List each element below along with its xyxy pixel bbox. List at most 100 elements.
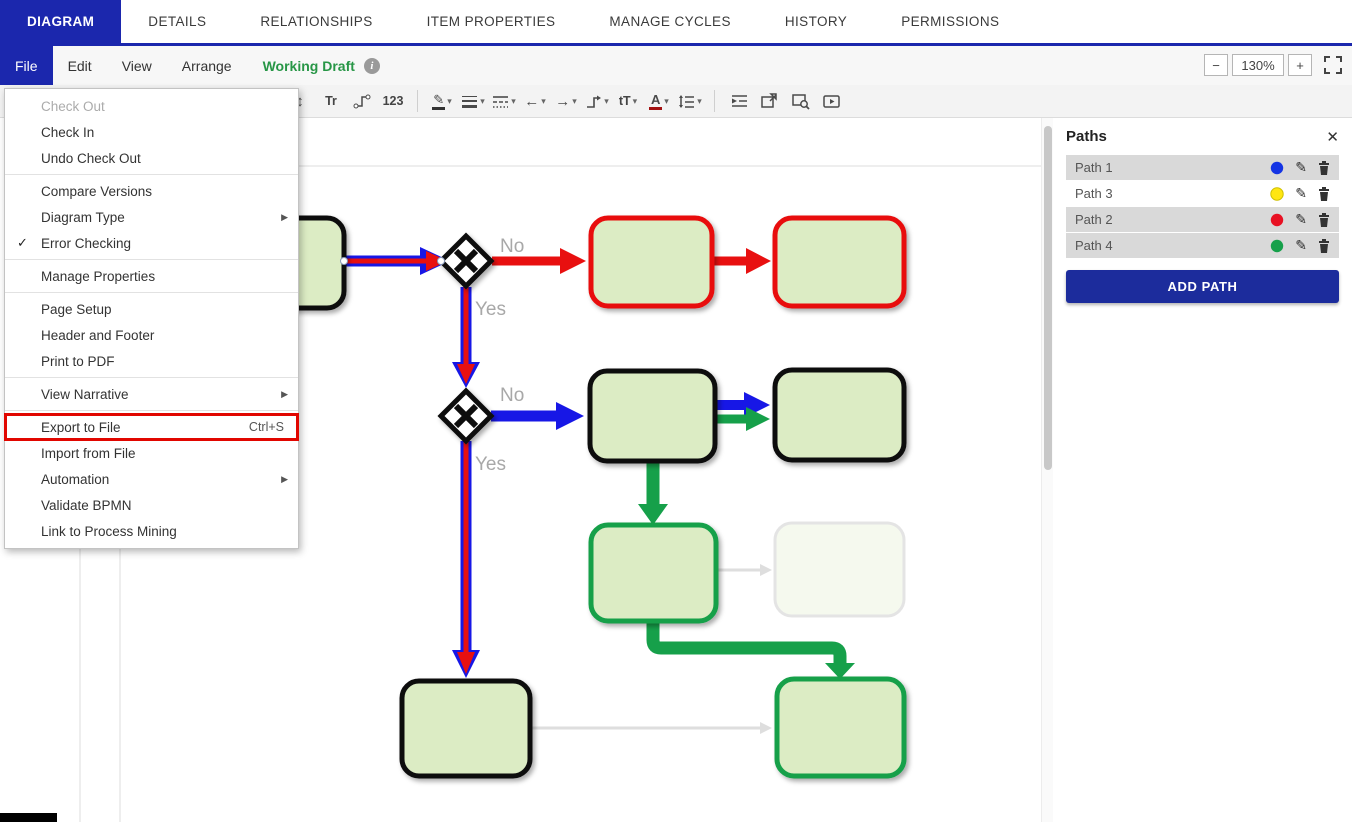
edit-path-icon[interactable]: ✎ bbox=[1295, 237, 1307, 254]
node-c[interactable] bbox=[775, 218, 904, 306]
arrow-node-b-to-node-c-red[interactable] bbox=[714, 248, 771, 274]
stroke-color-icon[interactable]: ✎ ▾ bbox=[430, 88, 454, 114]
gateway-1[interactable] bbox=[441, 236, 491, 286]
menu-item-link-to-process-mining[interactable]: Link to Process Mining bbox=[5, 518, 298, 544]
label-gateway2-no[interactable]: No bbox=[500, 385, 524, 406]
tab-details[interactable]: DETAILS bbox=[121, 0, 233, 43]
menu-item-page-setup[interactable]: Page Setup bbox=[5, 296, 298, 322]
menu-item-header-and-footer[interactable]: Header and Footer bbox=[5, 322, 298, 348]
arrow-end-style-icon[interactable]: →▾ bbox=[554, 88, 578, 114]
label-gateway1-no[interactable]: No bbox=[500, 236, 524, 257]
add-path-button[interactable]: ADD PATH bbox=[1066, 270, 1339, 303]
menu-file[interactable]: File bbox=[0, 46, 53, 85]
play-video-icon[interactable] bbox=[820, 88, 844, 114]
edit-path-icon[interactable]: ✎ bbox=[1295, 185, 1307, 202]
connector-icon[interactable] bbox=[350, 88, 374, 114]
line-spacing-icon[interactable]: ▾ bbox=[678, 88, 702, 114]
line-weight-icon[interactable]: ▾ bbox=[461, 88, 485, 114]
arrow-node-d-to-node-g-green[interactable] bbox=[638, 462, 668, 525]
node-i[interactable] bbox=[777, 679, 904, 776]
submenu-arrow-icon: ▶ bbox=[281, 474, 288, 485]
tab-relationships[interactable]: RELATIONSHIPS bbox=[233, 0, 399, 43]
text-style-icon[interactable]: Tr bbox=[319, 88, 343, 114]
tab-permissions[interactable]: PERMISSIONS bbox=[874, 0, 1026, 43]
fullscreen-icon[interactable] bbox=[1324, 56, 1342, 74]
partial-shape[interactable] bbox=[0, 813, 57, 822]
gateway-2[interactable] bbox=[441, 391, 491, 441]
line-style-icon[interactable]: ▾ bbox=[492, 88, 516, 114]
menu-item-export-to-file[interactable]: Export to FileCtrl+S bbox=[5, 414, 298, 440]
connector-type-icon[interactable]: ▾ bbox=[585, 88, 609, 114]
font-color-icon[interactable]: A ▾ bbox=[647, 88, 671, 114]
arrow-node-g-to-node-i-green[interactable] bbox=[653, 622, 855, 679]
find-image-icon[interactable] bbox=[789, 88, 813, 114]
menu-item-check-in[interactable]: Check In bbox=[5, 119, 298, 145]
label-gateway2-yes[interactable]: Yes bbox=[475, 454, 506, 475]
menu-item-validate-bpmn[interactable]: Validate BPMN bbox=[5, 492, 298, 518]
close-icon[interactable]: ✕ bbox=[1326, 128, 1339, 146]
menu-item-view-narrative[interactable]: View Narrative▶ bbox=[5, 381, 298, 407]
path-color-dot[interactable] bbox=[1270, 239, 1284, 253]
connection-handle[interactable] bbox=[438, 258, 445, 265]
node-d[interactable] bbox=[590, 371, 715, 461]
scrollbar-thumb[interactable] bbox=[1044, 126, 1052, 470]
path-color-dot[interactable] bbox=[1270, 161, 1284, 175]
path-row-2[interactable]: Path 2 ✎ bbox=[1066, 207, 1339, 232]
node-g[interactable] bbox=[591, 525, 716, 621]
edit-path-icon[interactable]: ✎ bbox=[1295, 159, 1307, 176]
node-f[interactable] bbox=[402, 681, 530, 776]
font-size-icon[interactable]: tT▾ bbox=[616, 88, 640, 114]
zoom-out-button[interactable]: − bbox=[1204, 54, 1228, 76]
menu-item-error-checking[interactable]: ✓Error Checking bbox=[5, 230, 298, 256]
label-gateway1-yes[interactable]: Yes bbox=[475, 299, 506, 320]
arrow-start-style-icon[interactable]: ←▾ bbox=[523, 88, 547, 114]
numbering-icon[interactable]: 123 bbox=[381, 88, 405, 114]
arrow-gateway2-to-node-f-red[interactable] bbox=[457, 441, 475, 674]
menu-view[interactable]: View bbox=[107, 46, 167, 85]
menu-item-diagram-type[interactable]: Diagram Type▶ bbox=[5, 204, 298, 230]
path-color-dot[interactable] bbox=[1270, 213, 1284, 227]
path-color-dot[interactable] bbox=[1270, 187, 1284, 201]
menu-separator bbox=[5, 259, 298, 260]
tab-item-properties[interactable]: ITEM PROPERTIES bbox=[400, 0, 583, 43]
path-row-3[interactable]: Path 3 ✎ bbox=[1066, 181, 1339, 206]
arrow-gateway1-to-gateway2-red[interactable] bbox=[457, 287, 475, 384]
delete-path-icon[interactable] bbox=[1318, 213, 1330, 227]
menu-item-import-from-file[interactable]: Import from File bbox=[5, 440, 298, 466]
shortcut-label: Ctrl+S bbox=[249, 420, 284, 434]
arrow-node-g-to-node-h-gray[interactable] bbox=[718, 564, 772, 576]
zoom-controls: − 130% + bbox=[1204, 54, 1342, 76]
node-e[interactable] bbox=[775, 370, 904, 460]
menu-item-manage-properties[interactable]: Manage Properties bbox=[5, 263, 298, 289]
arrow-node-d-to-node-e-green[interactable] bbox=[712, 407, 770, 431]
zoom-in-button[interactable]: + bbox=[1288, 54, 1312, 76]
menu-item-compare-versions[interactable]: Compare Versions bbox=[5, 178, 298, 204]
menu-item-undo-check-out[interactable]: Undo Check Out bbox=[5, 145, 298, 171]
path-row-1[interactable]: Path 1 ✎ bbox=[1066, 155, 1339, 180]
tab-history[interactable]: HISTORY bbox=[758, 0, 874, 43]
path-row-4[interactable]: Path 4 ✎ bbox=[1066, 233, 1339, 258]
info-icon[interactable]: i bbox=[364, 58, 380, 74]
menu-item-automation[interactable]: Automation▶ bbox=[5, 466, 298, 492]
export-image-icon[interactable] bbox=[758, 88, 782, 114]
menu-arrange[interactable]: Arrange bbox=[167, 46, 247, 85]
node-b[interactable] bbox=[591, 218, 712, 306]
indent-icon[interactable] bbox=[727, 88, 751, 114]
delete-path-icon[interactable] bbox=[1318, 239, 1330, 253]
edit-path-icon[interactable]: ✎ bbox=[1295, 211, 1307, 228]
vertical-scrollbar[interactable] bbox=[1041, 118, 1053, 822]
arrow-node-d-to-node-e-blue[interactable] bbox=[716, 392, 770, 418]
tab-diagram[interactable]: DIAGRAM bbox=[0, 0, 121, 43]
delete-path-icon[interactable] bbox=[1318, 187, 1330, 201]
node-h-faded[interactable] bbox=[775, 523, 904, 616]
checkmark-icon: ✓ bbox=[17, 235, 28, 251]
working-draft-status: Working Draft i bbox=[263, 46, 380, 85]
menu-item-print-to-pdf[interactable]: Print to PDF bbox=[5, 348, 298, 374]
connection-handle[interactable] bbox=[341, 258, 348, 265]
arrow-start-to-gateway1-red[interactable] bbox=[344, 251, 448, 271]
tab-manage-cycles[interactable]: MANAGE CYCLES bbox=[582, 0, 757, 43]
menu-edit[interactable]: Edit bbox=[53, 46, 107, 85]
arrow-gateway2-to-node-d-blue[interactable] bbox=[491, 402, 584, 430]
arrow-node-f-to-node-i-gray[interactable] bbox=[532, 722, 772, 734]
delete-path-icon[interactable] bbox=[1318, 161, 1330, 175]
